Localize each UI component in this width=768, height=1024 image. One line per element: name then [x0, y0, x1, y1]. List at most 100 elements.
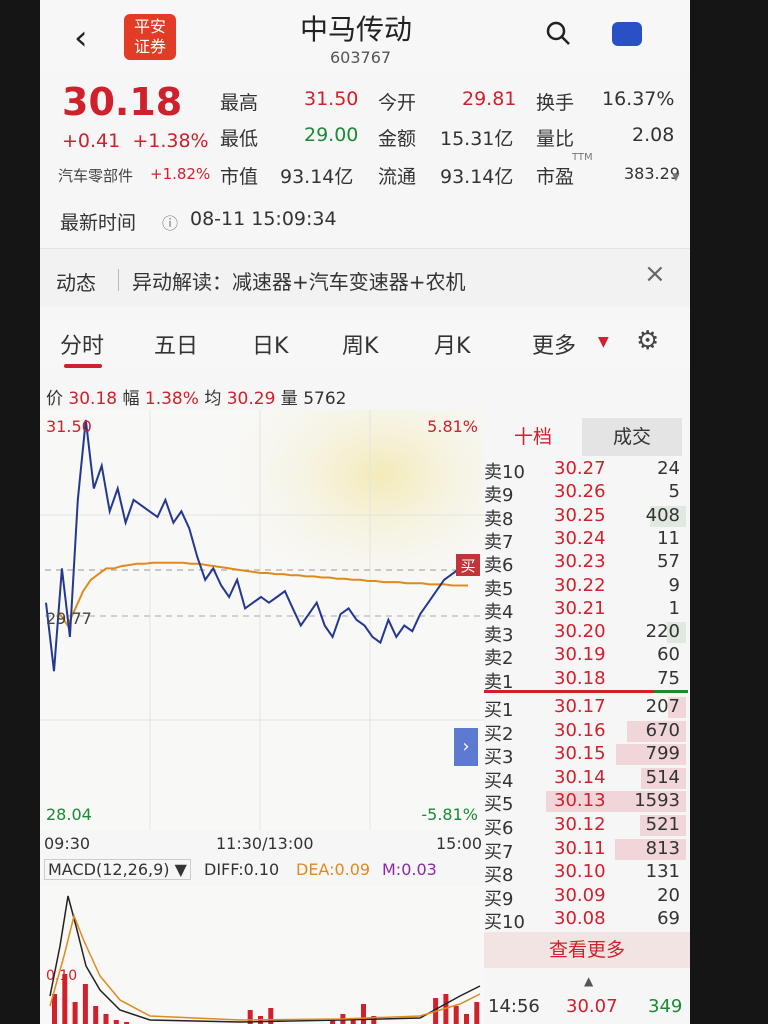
last-price: 30.18 — [62, 80, 183, 124]
level-price: 30.27 — [554, 458, 606, 479]
news-text[interactable]: 异动解读：减速器+汽车变速器+农机 — [132, 266, 466, 295]
ask-row[interactable]: 卖6 30.23 57 — [484, 551, 688, 576]
bid-row[interactable]: 买1 30.17 207 — [484, 696, 688, 721]
info-icon[interactable]: ⓘ — [162, 210, 178, 234]
amp-label: 幅 — [122, 389, 140, 409]
open-label: 今开 — [378, 92, 417, 114]
tab-daily-k[interactable]: 日K — [252, 328, 288, 360]
avg-label: 均 — [204, 389, 222, 409]
logo-line-2: 证券 — [133, 37, 166, 56]
tab-intraday[interactable]: 分时 — [60, 328, 104, 360]
low-label: 最低 — [220, 128, 259, 150]
tab-five-day[interactable]: 五日 — [154, 328, 198, 360]
level-label: 卖4 — [484, 601, 514, 623]
bid-row[interactable]: 买8 30.10 131 — [484, 861, 688, 886]
ask-row[interactable]: 卖7 30.24 11 — [484, 527, 688, 553]
level-label: 买2 — [484, 723, 514, 745]
bid-row[interactable]: 买5 30.13 1593 — [484, 790, 688, 816]
y-mid-label: 29.77 — [46, 609, 92, 628]
mktcap-value: 93.14亿 — [280, 166, 354, 188]
level-price: 30.10 — [554, 861, 606, 883]
price-change: +0.41 +1.38% — [62, 130, 209, 152]
sector-name[interactable]: 汽车零部件 — [58, 165, 133, 186]
open-value: 29.81 — [462, 88, 517, 110]
ask-row[interactable]: 卖10 30.27 24 — [484, 458, 688, 483]
level-volume: 20 — [657, 884, 680, 906]
macd-selector[interactable]: MACD(12,26,9) ▼ — [44, 859, 191, 880]
level-volume: 1 — [668, 597, 680, 619]
level-price: 30.09 — [554, 884, 606, 906]
level-label: 买3 — [484, 747, 514, 769]
expand-panel-button[interactable]: › — [454, 728, 478, 766]
chart-tabs: 分时 五日 日K 周K 月K 更多 ▼ ⚙ — [40, 318, 690, 370]
ask-row[interactable]: 卖3 30.20 220 — [484, 621, 688, 647]
back-icon[interactable]: ‹ — [74, 18, 88, 58]
time-axis: 09:30 11:30/13:00 15:00 — [40, 832, 484, 854]
high-value: 31.50 — [304, 88, 359, 110]
search-icon[interactable] — [545, 20, 571, 46]
price-value: 30.18 — [68, 389, 118, 409]
level-price: 30.24 — [554, 527, 606, 549]
news-label: 动态 — [56, 271, 96, 295]
level-label: 买6 — [484, 818, 514, 839]
ask-row[interactable]: 卖1 30.18 75 — [484, 667, 688, 693]
float-label: 流通 — [378, 166, 417, 188]
level-label: 买5 — [484, 794, 514, 816]
bid-row[interactable]: 买3 30.15 799 — [484, 743, 688, 769]
ask-row[interactable]: 卖2 30.19 60 — [484, 644, 688, 669]
macd-bar — [113, 1020, 119, 1024]
avg-value: 30.29 — [226, 389, 276, 409]
chevron-down-icon[interactable]: ▼ — [598, 334, 609, 350]
level-price: 30.14 — [554, 766, 606, 788]
expand-quote-icon[interactable]: ▼ — [672, 172, 680, 183]
ask-row[interactable]: 卖5 30.22 9 — [484, 575, 688, 600]
level-label: 卖8 — [484, 508, 514, 530]
bid-row[interactable]: 买10 30.08 69 — [484, 908, 688, 934]
intraday-chart[interactable]: 31.50 29.77 28.04 5.81% -5.81% 买 — [40, 410, 484, 830]
gear-icon[interactable]: ⚙ — [636, 326, 659, 356]
ask-row[interactable]: 卖8 30.25 408 — [484, 505, 688, 530]
high-label: 最高 — [220, 92, 259, 114]
bid-row[interactable]: 买4 30.14 514 — [484, 766, 688, 792]
macd-m: M:0.03 — [382, 860, 437, 879]
level-volume: 5 — [668, 481, 680, 503]
level-volume: 514 — [645, 766, 680, 788]
macd-axis-label: 0.10 — [46, 968, 77, 984]
tab-trades[interactable]: 成交 — [582, 418, 682, 456]
bid-row[interactable]: 买7 30.11 813 — [484, 838, 688, 863]
bid-row[interactable]: 买6 30.12 521 — [484, 814, 688, 839]
level-volume: 670 — [645, 719, 680, 741]
macd-bar — [93, 1006, 99, 1024]
level-volume: 60 — [657, 644, 680, 666]
chevron-up-icon[interactable]: ▲ — [584, 974, 593, 988]
level-volume: 24 — [657, 458, 680, 479]
volratio-label: 量比 — [536, 128, 575, 150]
tab-ten-levels[interactable]: 十档 — [484, 418, 582, 456]
level-price: 30.21 — [554, 597, 606, 619]
close-icon[interactable]: × — [644, 259, 666, 289]
tab-more[interactable]: 更多 — [532, 328, 576, 360]
bid-row[interactable]: 买2 30.16 670 — [484, 719, 688, 745]
chart-info-row: 价 30.18 幅 1.38% 均 30.29 量 5762 — [46, 384, 346, 409]
bid-row[interactable]: 买9 30.09 20 — [484, 884, 688, 910]
tab-weekly-k[interactable]: 周K — [342, 328, 378, 360]
level-label: 买10 — [484, 912, 525, 934]
level-volume: 799 — [645, 743, 680, 765]
pct-top-label: 5.81% — [427, 417, 478, 436]
amp-value: 1.38% — [144, 389, 199, 409]
news-bar[interactable]: 动态 异动解读：减速器+汽车变速器+农机 × — [40, 248, 690, 307]
view-more-button[interactable]: 查看更多 — [484, 932, 690, 968]
ask-row[interactable]: 卖9 30.26 5 — [484, 481, 688, 506]
macd-bar — [62, 974, 68, 1024]
tab-monthly-k[interactable]: 月K — [434, 328, 470, 360]
pct-bottom-label: -5.81% — [421, 805, 478, 824]
float-value: 93.14亿 — [440, 166, 514, 188]
level-price: 30.18 — [554, 667, 606, 689]
ask-row[interactable]: 卖4 30.21 1 — [484, 597, 688, 623]
time-label-mid: 11:30/13:00 — [216, 834, 314, 853]
level-label: 卖3 — [484, 625, 514, 647]
level-volume: 69 — [657, 908, 680, 930]
macd-diff: DIFF:0.10 — [204, 860, 280, 879]
macd-background — [40, 886, 484, 1024]
menu-icon[interactable] — [612, 22, 642, 46]
